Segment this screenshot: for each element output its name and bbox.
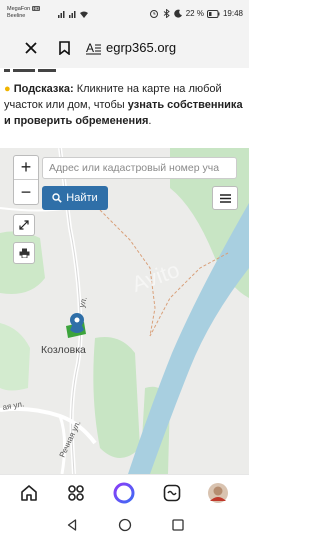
reader-mode-icon[interactable]: A [86,41,102,55]
zoom-out-button[interactable]: − [14,180,38,204]
hamburger-icon [219,193,231,203]
fullscreen-button[interactable] [13,214,35,236]
back-triangle-icon [67,519,77,531]
carrier-beeline: Beeline [7,13,26,19]
hint-body-2: . [148,115,152,127]
carrier-info: MegaFon HD Beeline [7,5,41,20]
svg-text:A: A [86,41,94,55]
screen: MegaFon HD Beeline 22 % 19:48 A egrp365.… [0,0,249,540]
status-bar: MegaFon HD Beeline 22 % 19:48 [0,0,249,28]
services-button[interactable] [64,481,88,505]
grid-icon [68,485,84,501]
zoom-control: + − [13,155,39,205]
forest-south [93,337,140,458]
cut-off-text [4,69,56,72]
alice-assistant-button[interactable] [112,481,136,505]
hint-text: ● Подсказка: Кликните на карте на любой … [4,81,247,129]
expand-icon [19,220,29,230]
carrier-megafon: MegaFon [7,6,31,12]
bottom-navigation [0,474,249,510]
tabs-button[interactable] [160,481,184,505]
signal-icons [58,11,88,18]
find-label: Найти [66,192,98,204]
bookmark-icon [58,41,70,55]
print-button[interactable] [13,242,35,264]
zoom-in-button[interactable]: + [14,156,38,180]
lightbulb-icon: ● [4,83,11,95]
tabs-icon [163,484,181,502]
battery-icon [206,9,220,18]
home-button[interactable] [17,481,41,505]
recents-button[interactable] [168,516,188,534]
home-icon [21,485,37,501]
printer-icon [19,248,29,258]
back-button[interactable] [62,516,82,534]
profile-button[interactable] [206,481,230,505]
avatar [208,483,228,503]
home-system-button[interactable] [115,516,135,534]
hd-badge: HD [31,6,41,11]
town-label: Козловка [41,344,86,356]
status-right: 22 % 19:48 [149,9,243,18]
system-navigation [0,510,249,540]
bluetooth-icon [163,9,170,18]
location-marker-icon[interactable] [70,313,84,333]
address-bar[interactable]: egrp365.org [106,38,176,58]
alice-icon [113,482,135,504]
browser-toolbar: A egrp365.org [0,28,249,68]
clock: 19:48 [222,9,243,18]
do-not-disturb-icon [173,9,182,18]
close-tab-button[interactable] [19,36,43,60]
alarm-icon [149,10,158,18]
map-canvas[interactable]: Avito ул. ая ул. Речная ул. + − Адрес ил… [0,148,249,474]
bookmark-button[interactable] [52,36,76,60]
close-icon [25,42,37,54]
home-circle-icon [118,518,132,532]
hint-prefix: Подсказка: [13,83,74,95]
recents-square-icon [172,519,184,531]
battery-percent: 22 % [185,9,204,18]
find-button[interactable]: Найти [42,186,108,210]
search-input[interactable]: Адрес или кадастровый номер уча [42,157,237,179]
menu-button[interactable] [212,186,238,210]
search-icon [52,193,63,203]
